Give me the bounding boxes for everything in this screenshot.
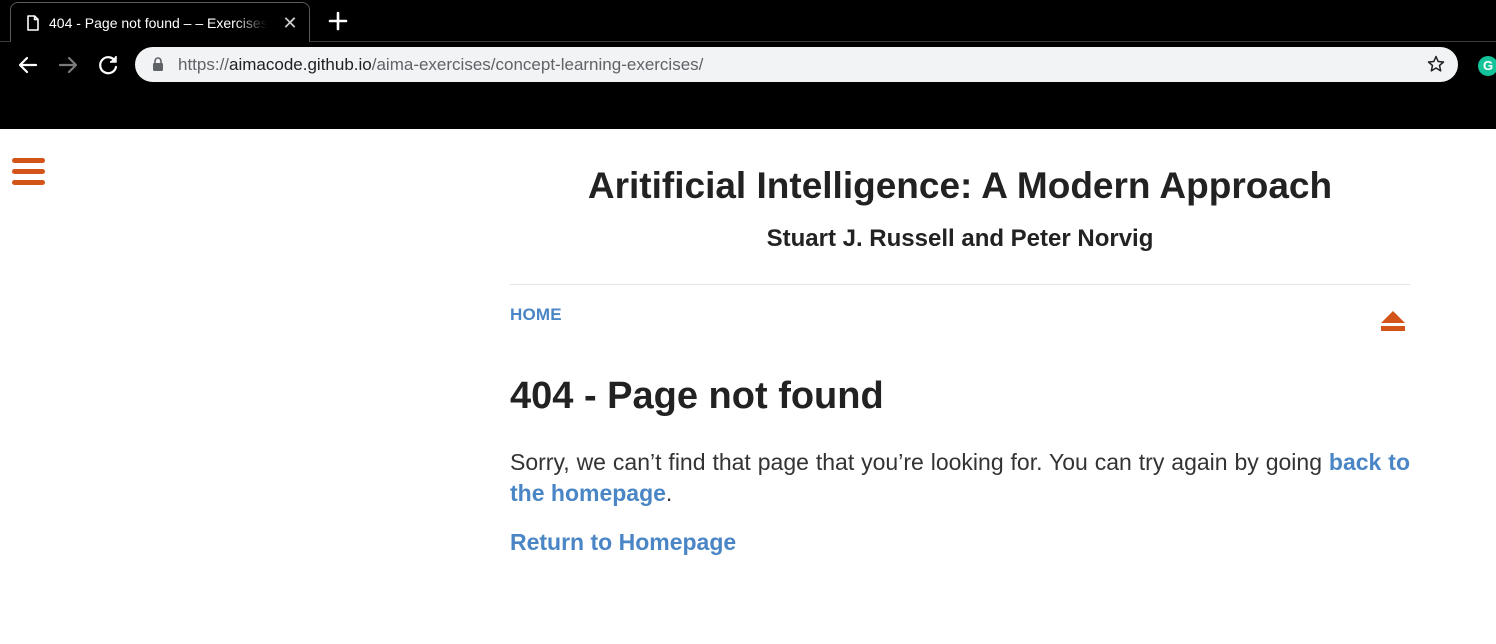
nav-home-link[interactable]: HOME <box>510 305 562 325</box>
browser-tab[interactable]: 404 - Page not found – – Exercises ✕ <box>10 2 310 42</box>
url-host: aimacode.github.io <box>229 55 372 74</box>
error-title: 404 - Page not found <box>510 375 884 417</box>
reload-icon[interactable] <box>95 52 121 78</box>
site-title: Aritificial Intelligence: A Modern Appro… <box>587 165 1333 206</box>
lock-icon[interactable] <box>152 57 164 71</box>
tab-close-icon[interactable]: ✕ <box>281 14 299 32</box>
url-path: /aima-exercises/concept-learning-exercis… <box>371 55 704 74</box>
error-message: Sorry, we can’t find that page that you’… <box>510 447 1410 509</box>
url-text[interactable]: https://aimacode.github.io/aima-exercise… <box>178 55 703 75</box>
tab-title: 404 - Page not found – – Exercises <box>49 14 267 31</box>
star-icon[interactable] <box>1426 54 1446 74</box>
error-message-end: . <box>665 480 673 506</box>
tab-strip-divider <box>0 41 1496 42</box>
address-bar[interactable]: https://aimacode.github.io/aima-exercise… <box>135 47 1458 82</box>
url-scheme: https:// <box>178 55 230 74</box>
plus-icon[interactable] <box>326 9 350 33</box>
eject-up-icon[interactable] <box>1380 310 1406 331</box>
grammarly-extension-icon[interactable]: G <box>1478 56 1496 76</box>
header-divider <box>510 284 1410 285</box>
arrow-left-icon[interactable] <box>15 52 41 78</box>
site-authors: Stuart J. Russell and Peter Norvig <box>766 225 1154 252</box>
arrow-right-icon[interactable] <box>55 52 81 78</box>
browser-chrome: 404 - Page not found – – Exercises ✕ htt… <box>0 0 1496 129</box>
document-icon <box>27 14 39 31</box>
error-message-text: Sorry, we can’t find that page that you’… <box>510 449 1329 475</box>
hamburger-menu-icon[interactable] <box>12 158 45 186</box>
return-to-homepage-link[interactable]: Return to Homepage <box>510 529 736 556</box>
page-body: Aritificial Intelligence: A Modern Appro… <box>0 129 1496 644</box>
